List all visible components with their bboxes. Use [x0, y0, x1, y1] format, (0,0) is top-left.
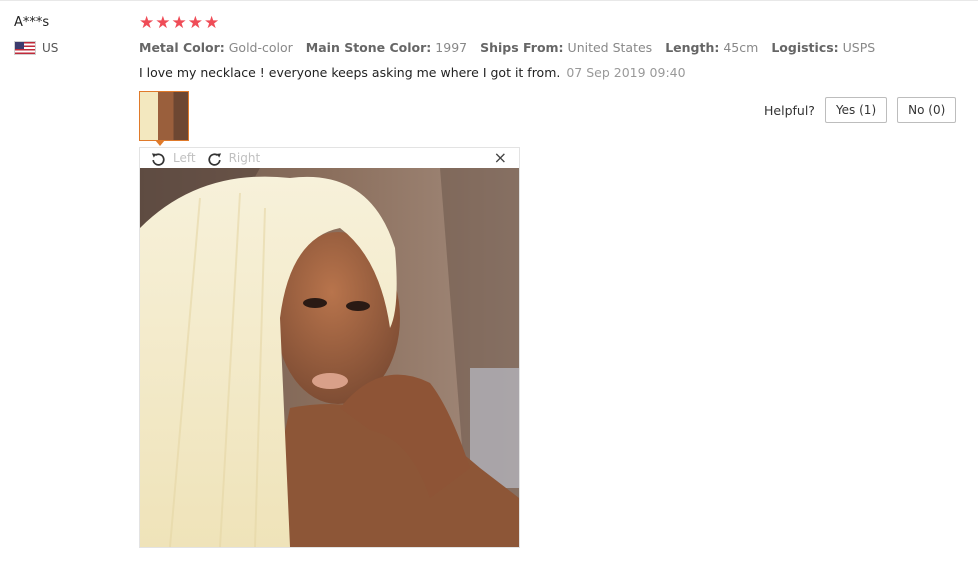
- helpful-label: Helpful?: [764, 102, 815, 118]
- star-rating: ★ ★ ★ ★ ★: [139, 14, 219, 33]
- review-date: 07 Sep 2019 09:40: [566, 65, 686, 80]
- attr-metal-color: Metal Color: Gold-color: [139, 40, 293, 55]
- product-attributes: Metal Color: Gold-color Main Stone Color…: [139, 40, 888, 55]
- viewer-toolbar: Left Right ×: [140, 148, 519, 168]
- attr-main-stone-color: Main Stone Color: 1997: [305, 40, 468, 55]
- star-icon: ★: [204, 13, 220, 33]
- reviewer-country: US: [14, 41, 58, 55]
- review-content: I love my necklace ! everyone keeps aski…: [139, 65, 686, 80]
- attr-logistics: Logistics: USPS: [771, 40, 876, 55]
- rotate-right-button[interactable]: Right: [206, 150, 261, 167]
- star-icon: ★: [171, 13, 187, 33]
- attr-ships-from: Ships From: United States: [480, 40, 653, 55]
- helpful-vote: Helpful? Yes (1) No (0): [764, 97, 966, 123]
- divider: [0, 0, 978, 1]
- rotate-right-label: Right: [228, 151, 261, 165]
- us-flag-icon: [14, 41, 36, 55]
- star-icon: ★: [155, 13, 171, 33]
- review-photo: [140, 168, 519, 547]
- attr-length: Length: 45cm: [665, 40, 759, 55]
- rotate-left-label: Left: [173, 151, 196, 165]
- photo-viewer: Left Right ×: [139, 147, 520, 548]
- helpful-yes-button[interactable]: Yes (1): [824, 97, 888, 123]
- thumbnail-pointer: [155, 140, 165, 146]
- rotate-left-icon: [151, 152, 165, 166]
- helpful-no-button[interactable]: No (0): [897, 97, 957, 123]
- country-code: US: [42, 41, 59, 55]
- review-text: I love my necklace ! everyone keeps aski…: [139, 65, 561, 80]
- close-icon[interactable]: ×: [494, 149, 507, 167]
- star-icon: ★: [187, 13, 203, 33]
- rotate-left-button[interactable]: Left: [150, 150, 196, 167]
- star-icon: ★: [139, 13, 155, 33]
- reviewer-name: A***s: [14, 15, 50, 30]
- rotate-right-icon: [207, 152, 221, 166]
- review-photo-thumbnail[interactable]: [139, 91, 189, 141]
